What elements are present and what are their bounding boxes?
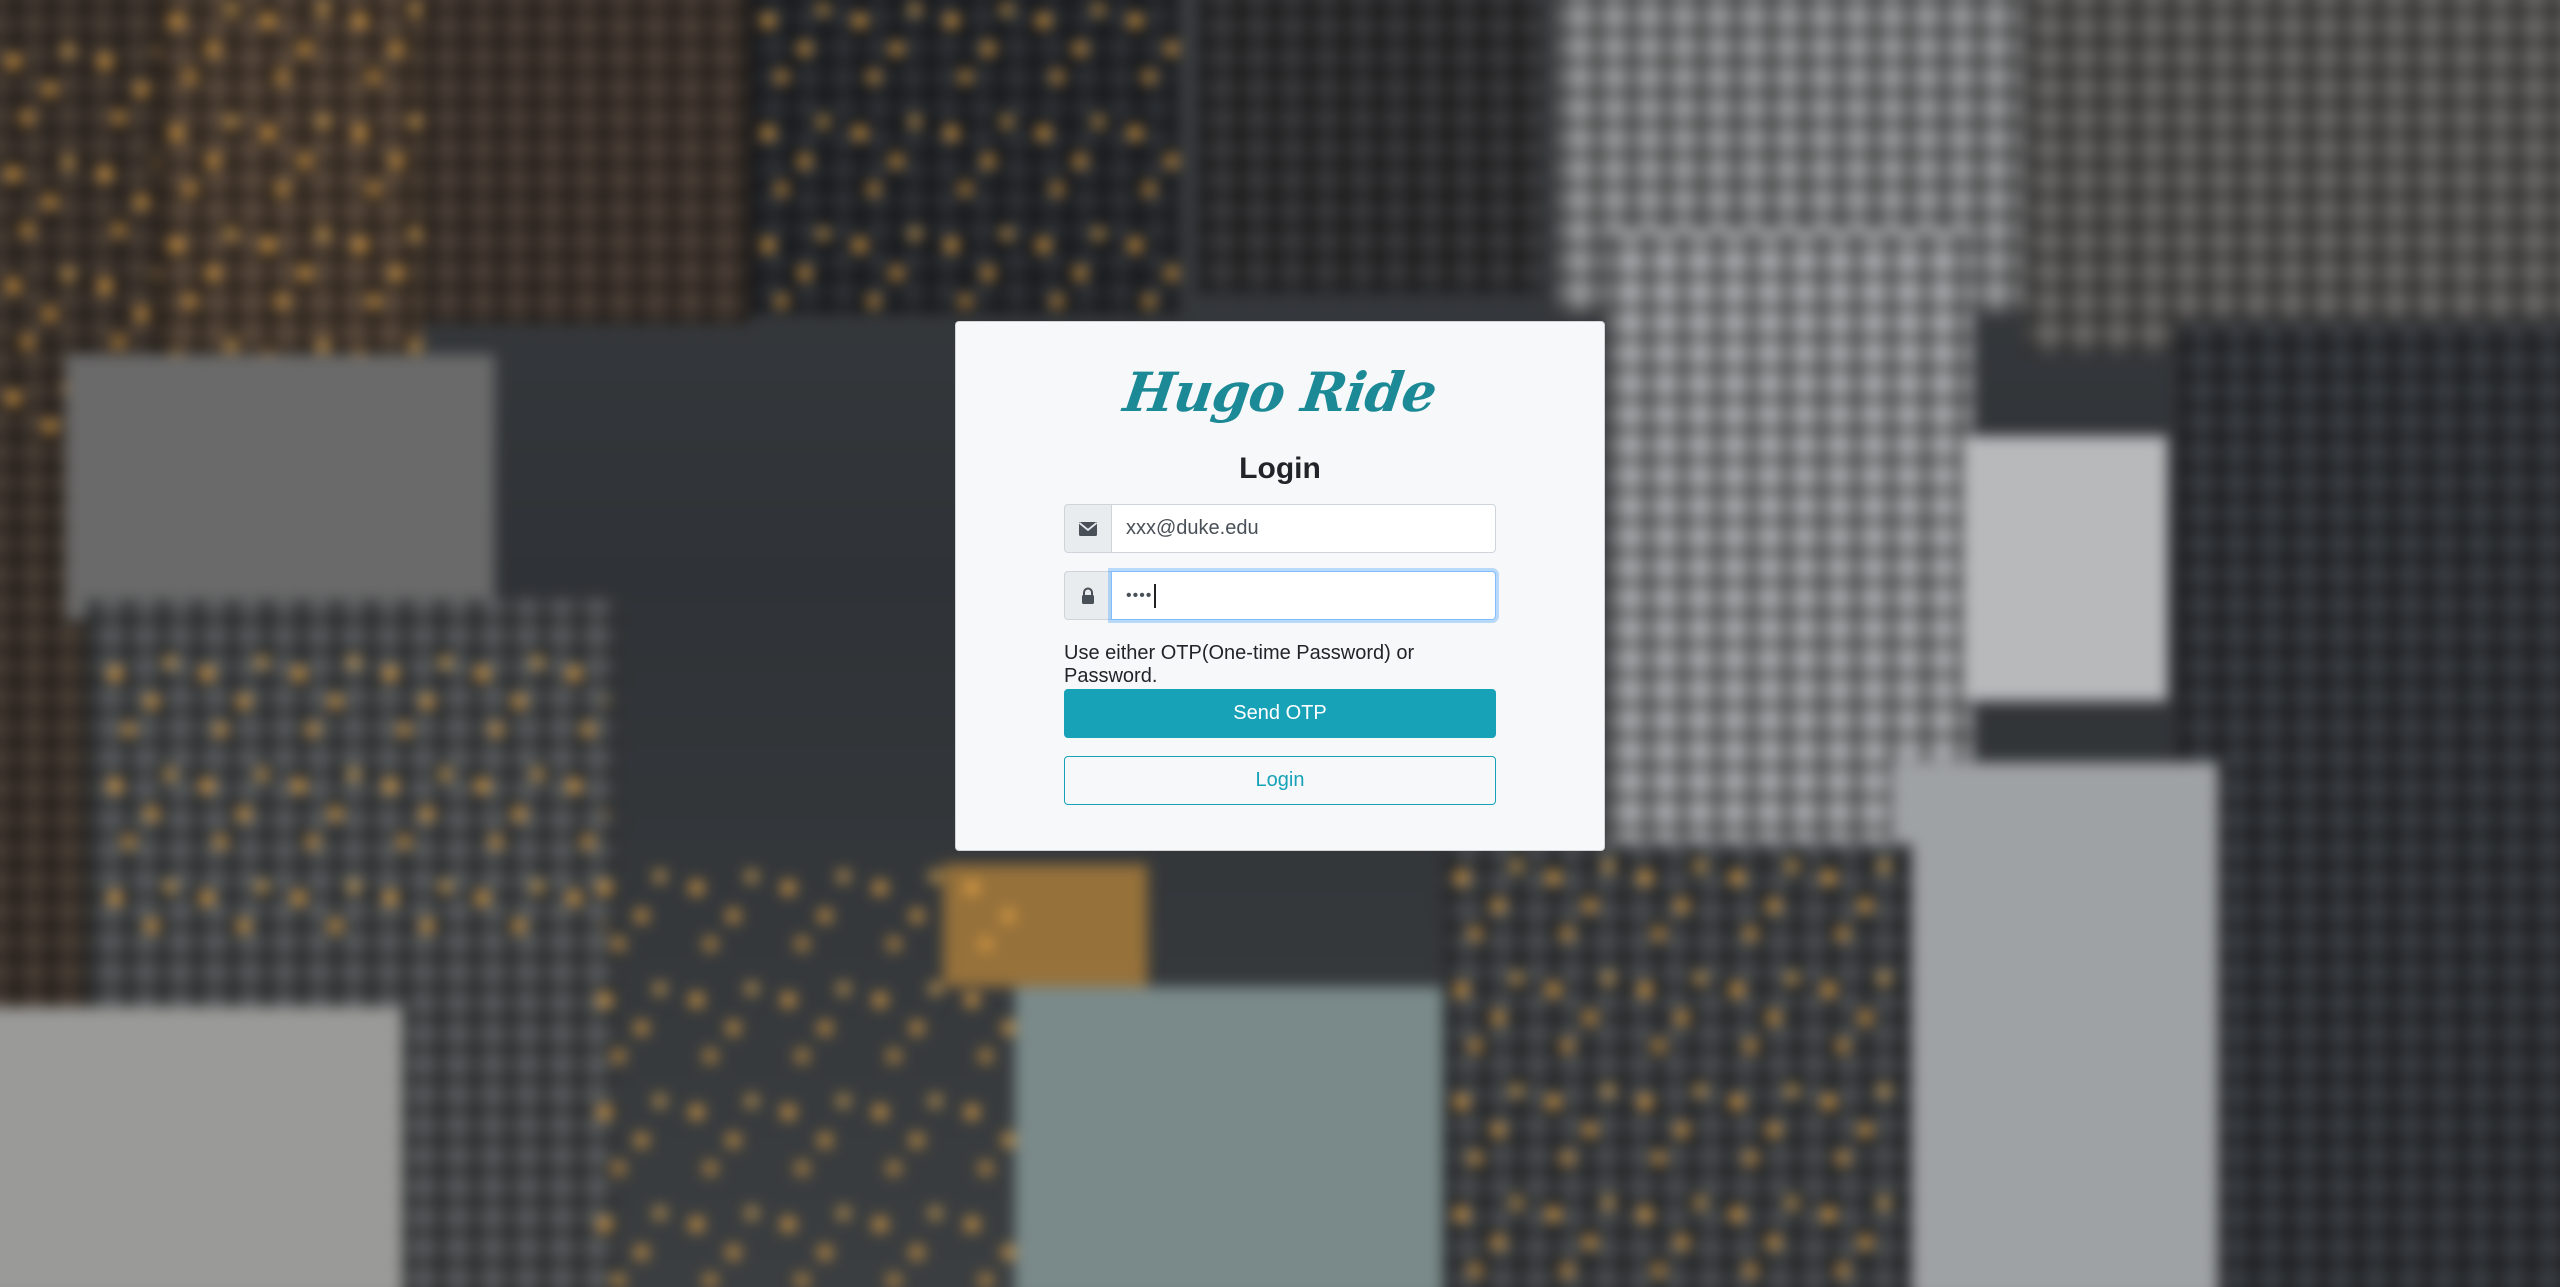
page-title: Login (1239, 452, 1321, 485)
password-mask: •••• (1126, 586, 1153, 604)
password-field[interactable]: •••• (1111, 571, 1496, 620)
envelope-icon (1064, 504, 1111, 553)
send-otp-button[interactable]: Send OTP (1064, 689, 1496, 738)
lock-icon (1064, 571, 1111, 620)
email-input-group: xxx@duke.edu (1064, 504, 1496, 553)
login-hint-text: Use either OTP(One-time Password) or Pas… (1064, 642, 1415, 687)
login-button[interactable]: Login (1064, 756, 1496, 805)
text-caret (1154, 583, 1157, 608)
login-card: Hugo Ride Login xxx@duke.edu •••• Use ei… (955, 321, 1605, 851)
password-input-group: •••• (1064, 571, 1496, 620)
brand-logo: Hugo Ride (1119, 360, 1441, 424)
email-field[interactable]: xxx@duke.edu (1111, 504, 1496, 553)
